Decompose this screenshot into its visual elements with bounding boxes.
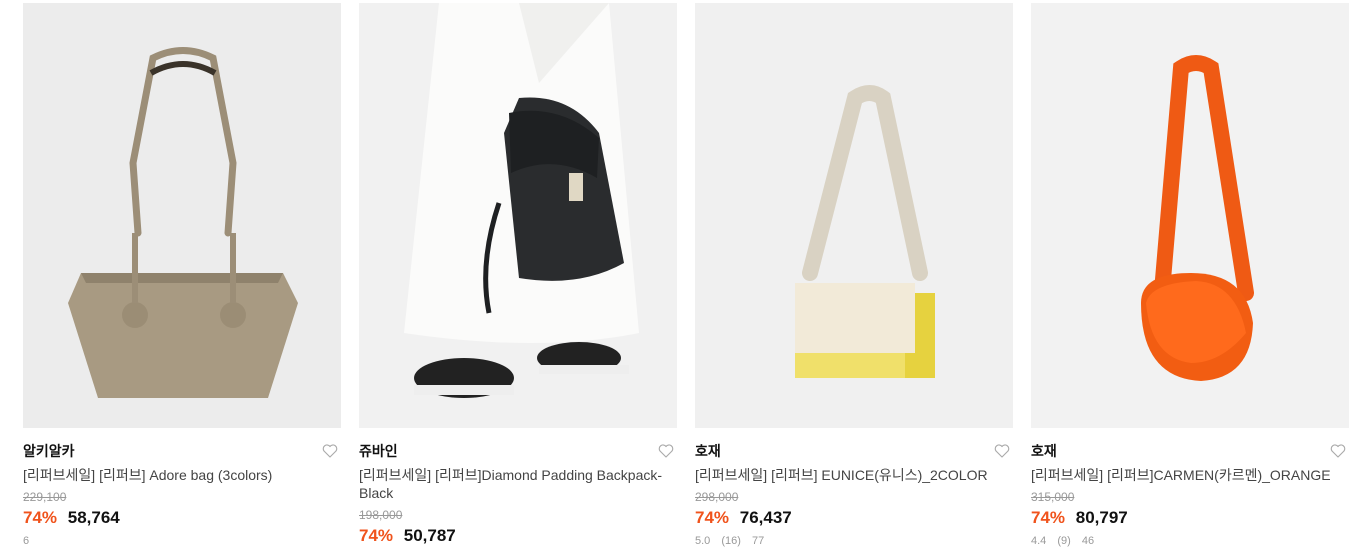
original-price: 198,000 xyxy=(359,508,403,522)
product-brand[interactable]: 알키알카 xyxy=(23,442,341,460)
original-price: 315,000 xyxy=(1031,490,1075,504)
product-title[interactable]: [리퍼브세일] [리퍼브]Diamond Padding Backpack-Bl… xyxy=(359,466,664,502)
product-card[interactable]: 호재 [리퍼브세일] [리퍼브] EUNICE(유니스)_2COLOR 298,… xyxy=(695,3,1013,548)
heart-icon[interactable] xyxy=(657,442,675,460)
price-row: 74% 76,437 xyxy=(695,508,1013,528)
rating-value: 5.0 xyxy=(695,535,711,547)
heart-icon[interactable] xyxy=(993,442,1011,460)
sale-price: 50,787 xyxy=(403,526,456,545)
product-card[interactable]: 쥬바인 [리퍼브세일] [리퍼브]Diamond Padding Backpac… xyxy=(359,3,677,548)
product-brand[interactable]: 쥬바인 xyxy=(359,442,677,460)
product-info: 쥬바인 [리퍼브세일] [리퍼브]Diamond Padding Backpac… xyxy=(359,428,677,546)
shoulder-bag-illustration xyxy=(795,85,935,378)
price-row: 74% 80,797 xyxy=(1031,508,1349,528)
original-price: 229,100 xyxy=(23,490,67,504)
product-card[interactable]: 알키알카 [리퍼브세일] [리퍼브] Adore bag (3colors) 2… xyxy=(23,3,341,548)
discount-rate: 74% xyxy=(695,508,730,527)
product-image-tote-bag[interactable] xyxy=(23,3,341,428)
product-title[interactable]: [리퍼브세일] [리퍼브] EUNICE(유니스)_2COLOR xyxy=(695,466,1000,484)
product-image-saddle-bag[interactable] xyxy=(1031,3,1349,428)
price-row: 74% 50,787 xyxy=(359,526,677,546)
product-grid: 알키알카 [리퍼브세일] [리퍼브] Adore bag (3colors) 2… xyxy=(23,3,1349,548)
tote-bag-illustration xyxy=(68,47,298,398)
product-info: 호재 [리퍼브세일] [리퍼브]CARMEN(카르멘)_ORANGE 315,0… xyxy=(1031,428,1349,548)
discount-rate: 74% xyxy=(23,508,58,527)
product-image-shoulder-bag[interactable] xyxy=(695,3,1013,428)
discount-rate: 74% xyxy=(1031,508,1066,527)
heart-icon[interactable] xyxy=(321,442,339,460)
product-brand[interactable]: 호재 xyxy=(1031,442,1349,460)
product-info: 호재 [리퍼브세일] [리퍼브] EUNICE(유니스)_2COLOR 298,… xyxy=(695,428,1013,548)
product-info: 알키알카 [리퍼브세일] [리퍼브] Adore bag (3colors) 2… xyxy=(23,428,341,548)
rating-value: 4.4 xyxy=(1031,535,1047,547)
saddle-bag-illustration xyxy=(1141,55,1254,381)
heart-icon[interactable] xyxy=(1329,442,1347,460)
discount-rate: 74% xyxy=(359,526,394,545)
product-brand[interactable]: 호재 xyxy=(695,442,1013,460)
likes-count: 6 xyxy=(23,535,30,547)
review-count: (9) xyxy=(1057,535,1071,547)
sale-price: 76,437 xyxy=(739,508,792,527)
product-title[interactable]: [리퍼브세일] [리퍼브]CARMEN(카르멘)_ORANGE xyxy=(1031,466,1336,484)
product-title[interactable]: [리퍼브세일] [리퍼브] Adore bag (3colors) xyxy=(23,466,328,484)
likes-count: 46 xyxy=(1081,535,1095,547)
price-row: 74% 58,764 xyxy=(23,508,341,528)
sale-price: 58,764 xyxy=(67,508,120,527)
product-card[interactable]: 호재 [리퍼브세일] [리퍼브]CARMEN(카르멘)_ORANGE 315,0… xyxy=(1031,3,1349,548)
backpack-illustration xyxy=(404,3,639,398)
likes-count: 77 xyxy=(751,535,765,547)
review-count: (16) xyxy=(721,535,741,547)
sale-price: 80,797 xyxy=(1075,508,1128,527)
product-image-backpack[interactable] xyxy=(359,3,677,428)
original-price: 298,000 xyxy=(695,490,739,504)
